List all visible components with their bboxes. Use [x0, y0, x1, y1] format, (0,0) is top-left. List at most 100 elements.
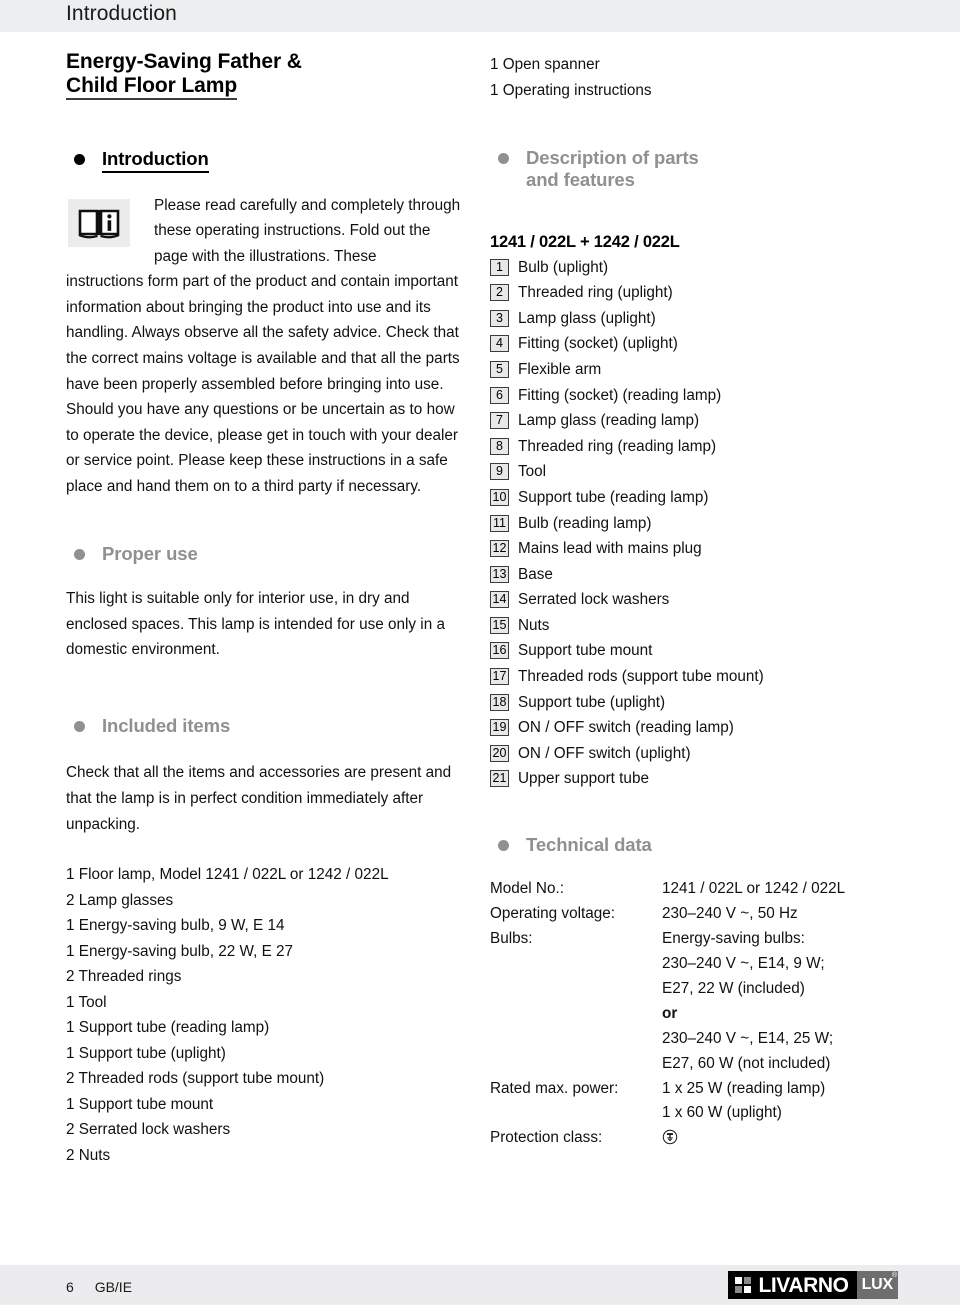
list-item: 1 Operating instructions — [490, 81, 652, 99]
parts-list-item: 14 Serrated lock washers — [490, 587, 900, 612]
parts-list-item: 18 Support tube (uplight) — [490, 690, 900, 715]
part-number-box: 6 — [490, 386, 509, 404]
parts-list-item: 20 ON / OFF switch (uplight) — [490, 741, 900, 766]
part-label: Threaded ring (uplight) — [518, 284, 673, 302]
part-number-box: 12 — [490, 540, 509, 558]
right-column: 1 Open spanner 1 Operating instructions D… — [490, 52, 900, 1151]
part-number-box: 21 — [490, 770, 509, 788]
part-label: Lamp glass (reading lamp) — [518, 412, 700, 430]
parts-list-item: 21 Upper support tube — [490, 766, 900, 791]
heading-technical-data-label: Technical data — [526, 834, 652, 856]
part-number-box: 2 — [490, 284, 509, 302]
part-number-box: 5 — [490, 361, 509, 379]
technical-data-value: 1 x 25 W (reading lamp) — [662, 1079, 826, 1097]
technical-data-row: 230–240 V ~, E14, 9 W; — [490, 952, 900, 977]
product-title: Energy-Saving Father & Child Floor Lamp — [66, 50, 396, 101]
technical-data-key: Model No.: — [490, 880, 564, 898]
part-number-box: 4 — [490, 335, 509, 353]
part-label: Upper support tube — [518, 770, 649, 788]
parts-list-item: 13 Base — [490, 562, 900, 587]
parts-list-item: 6 Fitting (socket) (reading lamp) — [490, 383, 900, 408]
part-label: Fitting (socket) (reading lamp) — [518, 386, 722, 404]
part-number-box: 17 — [490, 667, 509, 685]
included-items-body: Check that all the items and accessories… — [66, 764, 452, 833]
technical-data-row: E27, 60 W (not included) — [490, 1052, 900, 1077]
parts-list-item: 2 Threaded ring (uplight) — [490, 280, 900, 305]
technical-data-body: Model No.: 1241 / 022L or 1242 / 022L Oper… — [490, 877, 900, 1151]
parts-list-item: 5 Flexible arm — [490, 357, 900, 382]
technical-data-key: Rated max. power: — [490, 1079, 619, 1097]
part-label: ON / OFF switch (reading lamp) — [518, 719, 734, 737]
list-item: 1 Tool — [66, 993, 107, 1011]
list-item: 1 Energy-saving bulb, 9 W, E 14 — [66, 917, 285, 935]
product-title-line-1: Energy-Saving Father & — [66, 50, 302, 73]
parts-list-item: 12 Mains lead with mains plug — [490, 536, 900, 561]
list-item: 1 Floor lamp, Model 1241 / 022L or 1242 … — [66, 866, 389, 884]
part-number-box: 20 — [490, 744, 509, 762]
heading-technical-data: Technical data — [490, 834, 900, 856]
list-item: 2 Nuts — [66, 1146, 111, 1164]
footer-page-info: 6 GB/IE — [66, 1279, 132, 1295]
heading-included-items: Included items — [66, 715, 468, 737]
technical-data-value: or — [662, 1004, 678, 1022]
technical-data-row: Rated max. power: 1 x 25 W (reading lamp) — [490, 1077, 900, 1102]
heading-introduction-label: Introduction — [102, 148, 209, 173]
part-label: Bulb (uplight) — [518, 258, 609, 276]
livarno-mark-icon — [735, 1277, 752, 1293]
technical-data-key: Protection class: — [490, 1129, 603, 1147]
page-number: 6 — [66, 1279, 74, 1295]
list-item: 2 Lamp glasses — [66, 891, 174, 909]
parts-list: 1 Bulb (uplight) 2 Threaded ring (uplight) 3… — [490, 255, 900, 792]
part-number-box: 7 — [490, 412, 509, 430]
part-number-box: 1 — [490, 258, 509, 276]
registered-trademark-icon: ® — [892, 1272, 897, 1279]
parts-list-item: 16 Support tube mount — [490, 638, 900, 663]
list-item: 2 Threaded rings — [66, 968, 182, 986]
part-label: Flexible arm — [518, 361, 602, 379]
heading-included-items-label: Included items — [102, 714, 231, 736]
part-label: Support tube mount — [518, 642, 653, 660]
part-number-box: 15 — [490, 616, 509, 634]
technical-data-key — [490, 1101, 662, 1126]
technical-data-value: 230–240 V ~, E14, 9 W; — [662, 954, 825, 972]
list-item: 1 Support tube (reading lamp) — [66, 1019, 270, 1037]
part-label: Support tube (uplight) — [518, 693, 666, 711]
list-item: 2 Threaded rods (support tube mount) — [66, 1070, 325, 1088]
parts-list-item: 8 Threaded ring (reading lamp) — [490, 434, 900, 459]
technical-data-value: 230–240 V ~, 50 Hz — [662, 905, 798, 923]
part-label: Bulb (reading lamp) — [518, 514, 652, 532]
technical-data-key — [490, 952, 662, 977]
bullet-icon — [74, 549, 85, 561]
included-items-list: 1 Floor lamp, Model 1241 / 022L or 1242 … — [66, 862, 468, 1168]
bullet-icon — [74, 720, 85, 732]
technical-data-row: E27, 22 W (included) — [490, 977, 900, 1002]
part-number-box: 8 — [490, 437, 509, 455]
technical-data-table: Model No.: 1241 / 022L or 1242 / 022L Oper… — [490, 877, 900, 1151]
part-number-box: 14 — [490, 591, 509, 609]
technical-data-row: Operating voltage: 230–240 V ~, 50 Hz — [490, 902, 900, 927]
part-number-box: 3 — [490, 309, 509, 327]
logo-lux-block: LUX ® — [856, 1271, 898, 1299]
parts-list-item: 7 Lamp glass (reading lamp) — [490, 408, 900, 433]
list-item: 1 Energy-saving bulb, 22 W, E 27 — [66, 942, 294, 960]
list-item: 1 Open spanner — [490, 56, 600, 73]
technical-data-row: Bulbs: Energy-saving bulbs: — [490, 927, 900, 952]
protective-earth-icon — [662, 1130, 678, 1145]
parts-model-line: 1241 / 022L + 1242 / 022L — [490, 232, 680, 251]
technical-data-value: 1 x 60 W (uplight) — [662, 1104, 782, 1122]
proper-use-body: This light is suitable only for interior… — [66, 590, 445, 659]
footer-locale: GB/IE — [94, 1279, 133, 1295]
introduction-block: Please read carefully and completely thr… — [66, 193, 468, 499]
technical-data-key — [490, 1002, 662, 1027]
part-label: Mains lead with mains plug — [518, 540, 702, 558]
parts-list-item: 15 Nuts — [490, 613, 900, 638]
part-number-box: 13 — [490, 565, 509, 583]
technical-data-key — [490, 1027, 662, 1052]
part-label: ON / OFF switch (uplight) — [518, 744, 691, 762]
part-label: Tool — [518, 463, 547, 481]
part-label: Threaded ring (reading lamp) — [518, 437, 717, 455]
technical-data-key — [490, 1052, 662, 1077]
introduction-text-rest: instructions form part of the product an… — [66, 273, 460, 495]
logo-main-block: LIVARNO — [728, 1271, 857, 1299]
heading-description-of-parts: Description of parts and features — [490, 147, 900, 191]
